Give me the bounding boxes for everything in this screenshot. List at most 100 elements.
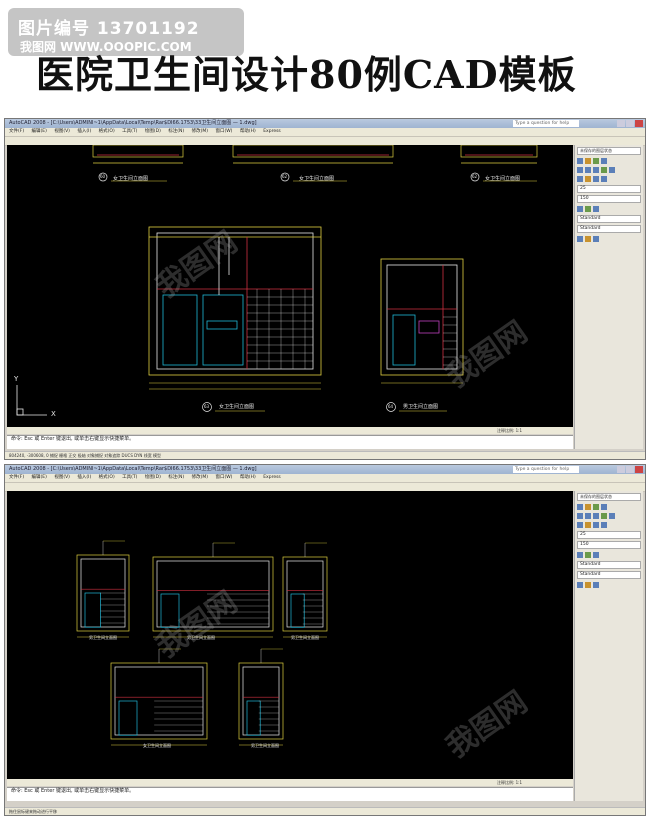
text-icon[interactable]	[585, 552, 591, 558]
mirror-icon[interactable]	[601, 522, 607, 528]
hatch-icon[interactable]	[609, 167, 615, 173]
menu-view[interactable]: 视图(V)	[54, 475, 70, 480]
pan-icon[interactable]	[585, 582, 591, 588]
hatch-icon[interactable]	[609, 513, 615, 519]
menu-modify[interactable]: 修改(M)	[192, 475, 208, 480]
menu-edit[interactable]: 编辑(E)	[32, 475, 47, 480]
line-icon[interactable]	[577, 167, 583, 173]
field-1[interactable]: 25	[577, 531, 641, 539]
drawing-canvas[interactable]: 女卫生间立面图 女卫生间立面图 女卫生间立面图 60 62 62 63 女卫生间…	[7, 145, 573, 427]
menu-modify[interactable]: 修改(M)	[192, 129, 208, 134]
bulb-icon[interactable]	[585, 158, 591, 164]
table-icon[interactable]	[593, 206, 599, 212]
orbit-icon[interactable]	[593, 236, 599, 242]
menu-express[interactable]: Express	[263, 129, 281, 134]
copy-icon[interactable]	[585, 522, 591, 528]
pan-icon[interactable]	[585, 236, 591, 242]
layer-icon[interactable]	[577, 158, 583, 164]
autocad-window-top: AutoCAD 2008 - [C:\Users\ADMINI~1\AppDat…	[4, 118, 646, 460]
menu-insert[interactable]: 插入(I)	[77, 129, 91, 134]
layer-state-select[interactable]: 未保存的图层状态	[577, 493, 641, 501]
maximize-button[interactable]	[626, 120, 634, 127]
command-line[interactable]: 命令: Esc 或 Enter 键退出, 或单击右键显示快捷菜单。	[7, 787, 573, 801]
title-bar: AutoCAD 2008 - [C:\Users\ADMINI~1\AppDat…	[5, 465, 645, 474]
circle-icon[interactable]	[593, 513, 599, 519]
close-button[interactable]	[635, 466, 643, 473]
menu-view[interactable]: 视图(V)	[54, 129, 70, 134]
rotate-icon[interactable]	[593, 522, 599, 528]
zoom-icon[interactable]	[577, 236, 583, 242]
orbit-icon[interactable]	[593, 582, 599, 588]
text-style-select[interactable]: Standard	[577, 561, 641, 569]
menu-help[interactable]: 帮助(H)	[240, 129, 256, 134]
status-bar: 804240, -300608, 0 捕捉 栅格 正交 极轴 对象捕捉 对象追踪…	[5, 451, 645, 459]
dim-icon[interactable]	[577, 206, 583, 212]
menu-insert[interactable]: 插入(I)	[77, 475, 91, 480]
menu-window[interactable]: 窗口(W)	[215, 129, 232, 134]
menu-dimension[interactable]: 标注(N)	[168, 129, 184, 134]
cad-rect	[84, 592, 101, 628]
layout-tabs: 注释比例: 1:1	[7, 779, 573, 786]
minimize-button[interactable]	[617, 120, 625, 127]
close-button[interactable]	[635, 120, 643, 127]
drawing-canvas[interactable]: 男卫生间立面图 男卫生间立面图 男卫生间立面图 女卫生间立面图 男卫生间立面图	[7, 491, 573, 779]
arc-icon[interactable]	[585, 513, 591, 519]
copy-icon[interactable]	[585, 176, 591, 182]
field-2[interactable]: 150	[577, 195, 641, 203]
menu-express[interactable]: Express	[263, 475, 281, 480]
sun-icon[interactable]	[593, 504, 599, 510]
layer-state-select[interactable]: 未保存的图层状态	[577, 147, 641, 155]
text-icon[interactable]	[585, 206, 591, 212]
line-icon[interactable]	[577, 513, 583, 519]
annotation-scale[interactable]: 注释比例: 1:1	[497, 427, 522, 434]
menu-file[interactable]: 文件(F)	[9, 129, 24, 134]
move-icon[interactable]	[577, 522, 583, 528]
menu-tools[interactable]: 工具(T)	[122, 129, 137, 134]
menu-format[interactable]: 格式(O)	[99, 129, 115, 134]
menu-edit[interactable]: 编辑(E)	[32, 129, 47, 134]
tool-row	[577, 552, 641, 558]
rect-icon[interactable]	[601, 167, 607, 173]
annotation-scale[interactable]: 注释比例: 1:1	[497, 779, 522, 786]
bulb-icon[interactable]	[585, 504, 591, 510]
lock-icon[interactable]	[601, 504, 607, 510]
cad-rect	[160, 593, 180, 628]
sun-icon[interactable]	[593, 158, 599, 164]
table-icon[interactable]	[593, 552, 599, 558]
circle-icon[interactable]	[593, 167, 599, 173]
lock-icon[interactable]	[601, 158, 607, 164]
dim-style-select[interactable]: Standard	[577, 571, 641, 579]
text-style-select[interactable]: Standard	[577, 215, 641, 223]
menu-help[interactable]: 帮助(H)	[240, 475, 256, 480]
help-search-input[interactable]: Type a question for help	[513, 466, 579, 473]
layout-tabs: 注释比例: 1:1	[7, 427, 573, 434]
menu-draw[interactable]: 绘图(D)	[145, 475, 161, 480]
tool-row	[577, 582, 641, 588]
field-2[interactable]: 150	[577, 541, 641, 549]
image-id-text: 图片编号 13701192	[18, 19, 200, 39]
menu-window[interactable]: 窗口(W)	[215, 475, 232, 480]
menu-file[interactable]: 文件(F)	[9, 475, 24, 480]
rect-icon[interactable]	[601, 513, 607, 519]
rotate-icon[interactable]	[593, 176, 599, 182]
page-title: 医院卫生间设计80例CAD模板	[36, 52, 577, 97]
dim-icon[interactable]	[577, 552, 583, 558]
move-icon[interactable]	[577, 176, 583, 182]
menu-draw[interactable]: 绘图(D)	[145, 129, 161, 134]
field-1[interactable]: 25	[577, 185, 641, 193]
arc-icon[interactable]	[585, 167, 591, 173]
menu-format[interactable]: 格式(O)	[99, 475, 115, 480]
mirror-icon[interactable]	[601, 176, 607, 182]
zoom-icon[interactable]	[577, 582, 583, 588]
axis-y-label: Y	[14, 375, 19, 383]
menu-dimension[interactable]: 标注(N)	[168, 475, 184, 480]
dim-style-select[interactable]: Standard	[577, 225, 641, 233]
elevation-label-5: 男卫生间立面图	[251, 743, 279, 748]
menu-tools[interactable]: 工具(T)	[122, 475, 137, 480]
help-search-input[interactable]: Type a question for help	[513, 120, 579, 127]
cad-rect	[246, 700, 261, 736]
command-line[interactable]: 命令: Esc 或 Enter 键退出, 或单击右键显示快捷菜单。	[7, 435, 573, 449]
maximize-button[interactable]	[626, 466, 634, 473]
layer-icon[interactable]	[577, 504, 583, 510]
minimize-button[interactable]	[617, 466, 625, 473]
